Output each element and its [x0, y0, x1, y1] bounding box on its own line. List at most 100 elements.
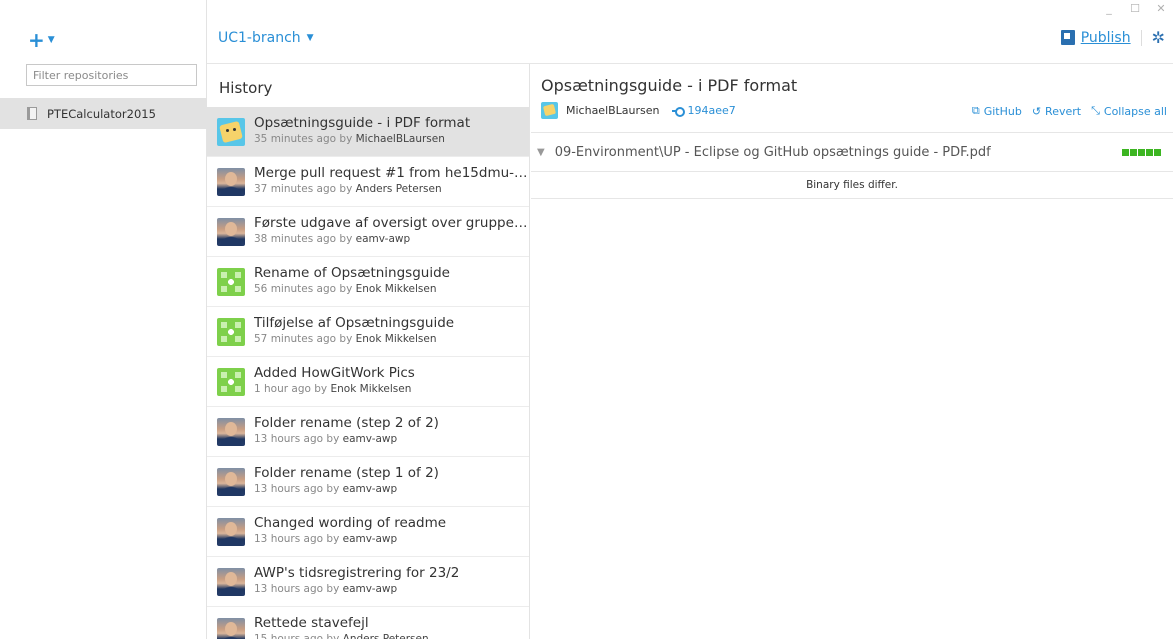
commit-row[interactable]: Folder rename (step 1 of 2) 13 hours ago … [207, 457, 529, 507]
commit-detail: Opsætningsguide - i PDF format MichaelBL… [531, 64, 1173, 639]
collapse-icon: ⤡ [1091, 104, 1100, 117]
gear-icon[interactable]: ✲ [1152, 28, 1165, 47]
filter-repositories-input[interactable] [26, 64, 197, 86]
avatar [217, 118, 245, 146]
commit-row[interactable]: Første udgave af oversigt over gruppeakt… [207, 207, 529, 257]
commit-author: eamv-awp [355, 233, 411, 245]
commit-row[interactable]: Changed wording of readme 13 hours ago by… [207, 507, 529, 557]
commit-row[interactable]: Rename of Opsætningsguide 56 minutes ago … [207, 257, 529, 307]
commit-row[interactable]: Folder rename (step 2 of 2) 13 hours ago … [207, 407, 529, 457]
commit-row[interactable]: AWP's tidsregistrering for 23/2 13 hours … [207, 557, 529, 607]
commit-row-meta: 13 hours ago by eamv-awp [254, 483, 529, 495]
collapse-all-button[interactable]: ⤡ Collapse all [1091, 104, 1167, 118]
commit-time: 37 minutes ago by [254, 183, 353, 195]
commit-row-meta: 38 minutes ago by eamv-awp [254, 233, 529, 245]
commit-row-meta: 56 minutes ago by Enok Mikkelsen [254, 283, 529, 295]
commit-row-title: Changed wording of readme [254, 515, 447, 531]
commit-author: eamv-awp [342, 433, 398, 445]
commit-row-meta: 1 hour ago by Enok Mikkelsen [254, 383, 529, 395]
commit-author: eamv-awp [342, 533, 398, 545]
commit-row-meta: 13 hours ago by eamv-awp [254, 583, 529, 595]
diff-stat [1122, 149, 1161, 156]
repository-sidebar: + ▼ PTECalculator2015 [0, 0, 207, 639]
chevron-down-icon[interactable]: ▼ [537, 147, 545, 158]
commit-row-title: AWP's tidsregistrering for 23/2 [254, 565, 460, 581]
publish-icon [1060, 30, 1075, 45]
add-repository-button[interactable]: + ▼ [28, 28, 55, 52]
commit-author: Enok Mikkelsen [355, 283, 437, 295]
commit-author: eamv-awp [342, 583, 398, 595]
commit-author: Anders Petersen [355, 183, 442, 195]
commit-row-meta: 35 minutes ago by MichaelBLaursen [254, 133, 529, 145]
commit-meta: MichaelBLaursen 194aee7 [541, 102, 736, 119]
commit-row-meta: 13 hours ago by eamv-awp [254, 433, 529, 445]
publish-button[interactable]: Publish [1060, 29, 1131, 46]
github-button[interactable]: ⧉ GitHub [972, 104, 1022, 118]
commit-time: 13 hours ago by [254, 533, 340, 545]
revert-icon: ↺ [1031, 104, 1042, 118]
repository-item[interactable]: PTECalculator2015 [0, 98, 207, 129]
file-header[interactable]: ▼ 09-Environment\UP - Eclipse og GitHub … [531, 132, 1173, 172]
avatar [217, 468, 245, 496]
commit-author: Enok Mikkelsen [355, 333, 437, 345]
commit-row-title: Første udgave af oversigt over gruppeakt… [254, 215, 529, 231]
avatar [541, 102, 558, 119]
branch-selector[interactable]: UC1-branch ▼ [218, 30, 314, 46]
commit-row-title: Tilføjelse af Opsætningsguide [254, 315, 455, 331]
avatar [217, 368, 245, 396]
commit-row[interactable]: Tilføjelse af Opsætningsguide 57 minutes … [207, 307, 529, 357]
commit-row-title: Opsætningsguide - i PDF format [254, 115, 471, 131]
avatar [217, 168, 245, 196]
binary-files-message: Binary files differ. [531, 172, 1173, 199]
commit-author: Anders Petersen [342, 633, 429, 639]
commit-row-title: Folder rename (step 2 of 2) [254, 415, 439, 431]
file-path: 09-Environment\UP - Eclipse og GitHub op… [554, 144, 991, 160]
avatar [217, 568, 245, 596]
avatar [217, 618, 245, 639]
github-label: GitHub [983, 104, 1022, 118]
repository-icon [27, 107, 37, 120]
commit-sha-link[interactable]: 194aee7 [671, 104, 736, 117]
commit-text: Folder rename (step 2 of 2) 13 hours ago … [254, 415, 529, 445]
avatar [217, 218, 245, 246]
commit-row-meta: 57 minutes ago by Enok Mikkelsen [254, 333, 529, 345]
history-panel: History Opsætningsguide - i PDF format 35… [207, 64, 530, 639]
external-link-icon: ⧉ [971, 104, 980, 117]
commit-author: MichaelBLaursen [566, 104, 660, 117]
commit-time: 57 minutes ago by [254, 333, 353, 345]
chevron-down-icon: ▼ [306, 33, 314, 43]
commit-author: Enok Mikkelsen [330, 383, 412, 395]
avatar [217, 418, 245, 446]
commit-time: 35 minutes ago by [254, 133, 353, 145]
repository-name: PTECalculator2015 [47, 106, 156, 121]
commit-sha: 194aee7 [687, 104, 736, 117]
top-bar: UC1-branch ▼ Publish ✲ [207, 0, 1173, 64]
commit-row-title: Merge pull request #1 from he15dmu-2s14.… [254, 165, 529, 181]
commit-time: 38 minutes ago by [254, 233, 353, 245]
commit-list: Opsætningsguide - i PDF format 35 minutes… [207, 107, 529, 639]
commit-row-meta: 15 hours ago by Anders Petersen [254, 633, 529, 639]
commit-author: eamv-awp [342, 483, 398, 495]
commit-text: Rename of Opsætningsguide 56 minutes ago … [254, 265, 529, 295]
commit-text: Rettede stavefejl 15 hours ago by Anders … [254, 615, 529, 639]
plus-icon: + [28, 28, 45, 52]
revert-button[interactable]: ↺ Revert [1032, 104, 1081, 118]
commit-row[interactable]: Added HowGitWork Pics 1 hour ago by Enok … [207, 357, 529, 407]
commit-row-title: Folder rename (step 1 of 2) [254, 465, 439, 481]
publish-label: Publish [1080, 29, 1131, 46]
commit-time: 56 minutes ago by [254, 283, 353, 295]
commit-row[interactable]: Rettede stavefejl 15 hours ago by Anders … [207, 607, 529, 639]
commit-text: Added HowGitWork Pics 1 hour ago by Enok … [254, 365, 529, 395]
commit-row[interactable]: Merge pull request #1 from he15dmu-2s14.… [207, 157, 529, 207]
commit-icon [671, 106, 685, 117]
commit-time: 13 hours ago by [254, 483, 340, 495]
branch-name: UC1-branch [218, 30, 301, 46]
commit-text: Tilføjelse af Opsætningsguide 57 minutes … [254, 315, 529, 345]
commit-row-meta: 13 hours ago by eamv-awp [254, 533, 529, 545]
commit-row[interactable]: Opsætningsguide - i PDF format 35 minutes… [207, 107, 529, 157]
commit-time: 13 hours ago by [254, 583, 340, 595]
avatar [217, 268, 245, 296]
avatar [217, 318, 245, 346]
commit-actions: ⧉ GitHub ↺ Revert ⤡ Collapse all [972, 104, 1167, 118]
commit-text: Merge pull request #1 from he15dmu-2s14.… [254, 165, 529, 195]
